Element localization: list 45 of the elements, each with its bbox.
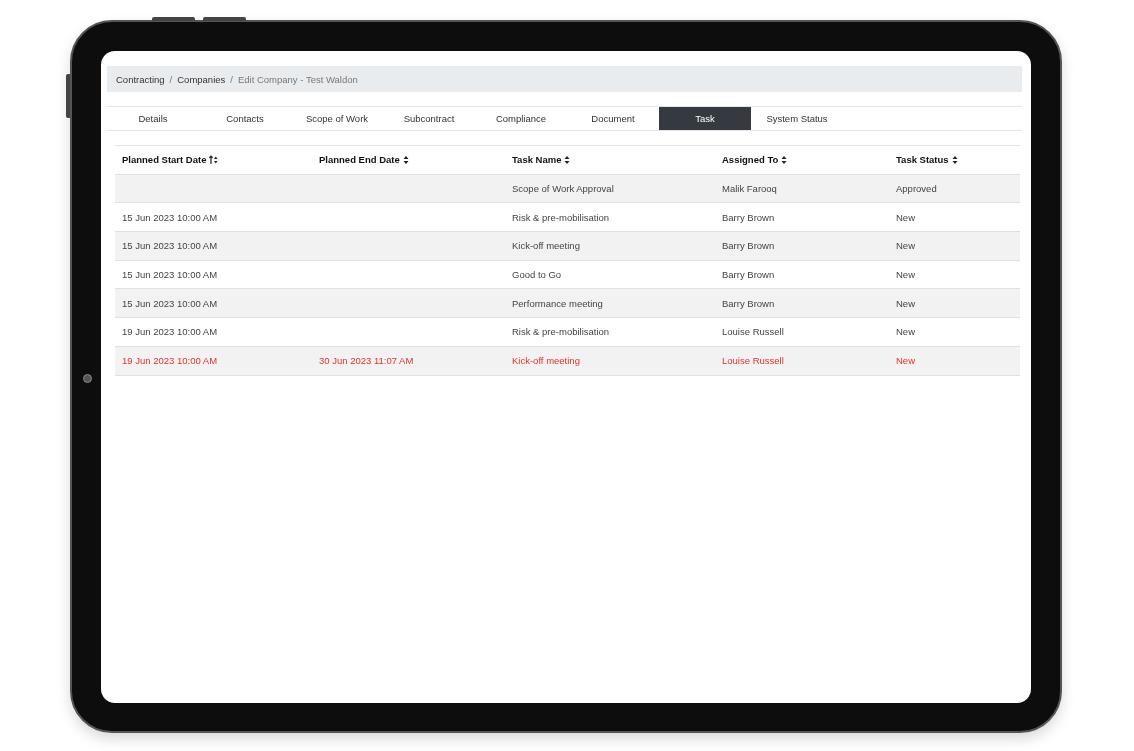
table-cell: Risk & pre-mobilisation — [512, 326, 610, 338]
table-cell: Barry Brown — [722, 297, 775, 309]
table-cell: New — [896, 240, 915, 252]
page-title: Edit Company - Test Waldon — [237, 73, 358, 85]
table-cell: 15 Jun 2023 10:00 AM — [122, 211, 218, 223]
column-header[interactable]: Planned End Date — [319, 154, 400, 166]
table-cell: Scope of Work Approval — [512, 183, 614, 195]
table-cell: 30 Jun 2023 11:07 AM — [319, 355, 414, 367]
breadcrumb-separator: / — [169, 73, 173, 85]
breadcrumb-separator: / — [230, 73, 233, 85]
table-cell: 19 Jun 2023 10:00 AM — [122, 355, 218, 367]
table-cell: New — [896, 269, 915, 281]
table-cell: 19 Jun 2023 10:00 AM — [122, 326, 218, 338]
table-cell: 15 Jun 2023 10:00 AM — [122, 269, 218, 281]
table-cell: Louise Russell — [722, 355, 784, 367]
table-cell: New — [896, 326, 915, 338]
table-cell: 15 Jun 2023 10:00 AM — [122, 297, 218, 309]
column-header[interactable]: Planned Start Date — [122, 154, 207, 166]
table-cell: Malik Farooq — [722, 183, 777, 195]
sort-ascending-icon[interactable] — [209, 154, 219, 165]
table-cell: New — [896, 211, 915, 223]
table-cell: Louise Russell — [722, 326, 784, 338]
tab[interactable]: Task — [659, 107, 751, 130]
column-header[interactable]: Task Name — [512, 154, 562, 166]
table-cell: Kick-off meeting — [512, 240, 580, 252]
sort-icon[interactable] — [781, 154, 788, 165]
breadcrumb-link[interactable]: Companies — [177, 73, 226, 85]
column-header[interactable]: Assigned To — [722, 154, 779, 166]
sort-icon[interactable] — [564, 154, 571, 165]
sort-icon[interactable] — [951, 154, 958, 165]
table-cell: Barry Brown — [722, 269, 775, 281]
sort-icon[interactable] — [402, 154, 409, 165]
table-cell: New — [896, 297, 915, 309]
table-cell: Good to Go — [512, 269, 562, 281]
table-cell: Risk & pre-mobilisation — [512, 211, 610, 223]
table-cell: 15 Jun 2023 10:00 AM — [122, 240, 218, 252]
table-cell: Approved — [896, 183, 937, 195]
breadcrumb-link[interactable]: Contracting — [116, 73, 165, 85]
table-cell: Kick-off meeting — [512, 355, 580, 367]
table-cell: Barry Brown — [722, 211, 775, 223]
column-header[interactable]: Task Status — [896, 154, 949, 166]
table-cell: Performance meeting — [512, 297, 603, 309]
camera-dot — [83, 374, 92, 383]
table-cell: New — [896, 355, 915, 367]
table-cell: Barry Brown — [722, 240, 775, 252]
